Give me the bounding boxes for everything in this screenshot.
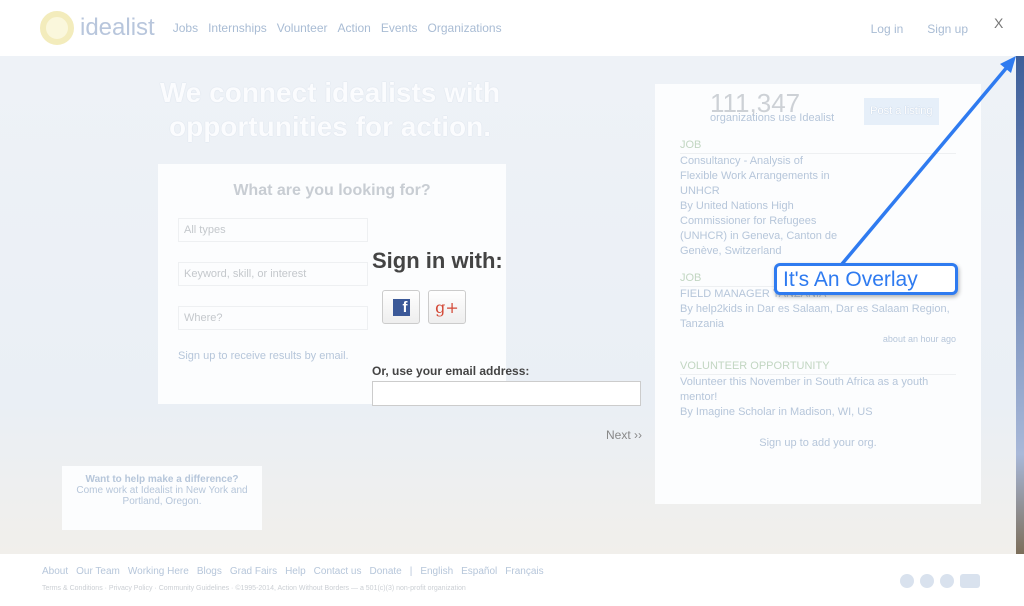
headline: We connect idealists with opportunities … xyxy=(159,77,501,142)
nav-volunteer[interactable]: Volunteer xyxy=(277,21,328,35)
listing-by: By Imagine Scholar in Madison, WI, US xyxy=(680,406,873,418)
top-nav: idealist Jobs Internships Volunteer Acti… xyxy=(0,0,1024,56)
footer-link: | xyxy=(409,566,413,577)
email-input[interactable] xyxy=(372,381,641,406)
logo-text: idealist xyxy=(80,14,155,41)
nav-organizations[interactable]: Organizations xyxy=(428,21,502,35)
org-caption: organizations use Idealist xyxy=(710,112,835,124)
login-link[interactable]: Log in xyxy=(871,22,904,36)
facebook-icon[interactable] xyxy=(900,574,914,588)
promo-title: Want to help make a difference? xyxy=(85,474,239,485)
linkedin-icon[interactable] xyxy=(940,574,954,588)
signup-link[interactable]: Sign up xyxy=(927,22,968,36)
listing-kind: JOB xyxy=(680,138,956,154)
post-listing-button[interactable]: Post a listing xyxy=(864,97,939,125)
signup-org-link[interactable]: Sign up to add your org. xyxy=(680,436,956,451)
google-plus-icon: g+ xyxy=(435,297,459,317)
listing-kind: JOB xyxy=(680,271,780,287)
footer: About Our Team Working Here Blogs Grad Fairs… xyxy=(0,554,1016,606)
where-input[interactable]: Where? xyxy=(178,306,368,330)
footer-link[interactable]: Help xyxy=(285,566,306,577)
legal-text: Terms & Conditions · Privacy Policy · Co… xyxy=(42,585,466,592)
close-button[interactable]: X xyxy=(994,15,1003,31)
nav-jobs[interactable]: Jobs xyxy=(173,21,198,35)
listing-by: By help2kids in Dar es Salaam, Dar es Sa… xyxy=(680,303,950,330)
nav-internships[interactable]: Internships xyxy=(208,21,267,35)
type-select[interactable]: All types xyxy=(178,218,368,242)
twitter-icon[interactable] xyxy=(920,574,934,588)
email-signup-link[interactable]: Sign up to receive results by email. xyxy=(178,350,368,362)
logo-mark xyxy=(40,11,74,45)
footer-link[interactable]: Español xyxy=(461,566,497,577)
facebook-icon: f xyxy=(392,298,410,316)
annotation-callout: It's An Overlay xyxy=(774,263,958,295)
footer-link[interactable]: Blogs xyxy=(197,566,222,577)
google-plus-signin-button[interactable]: g+ xyxy=(428,290,466,324)
youtube-icon[interactable] xyxy=(960,574,980,588)
footer-link[interactable]: Grad Fairs xyxy=(230,566,277,577)
signin-modal: Sign in with: f g+ Or, use your email ad… xyxy=(372,248,642,442)
footer-link[interactable]: Working Here xyxy=(128,566,189,577)
signin-title: Sign in with: xyxy=(372,248,503,273)
footer-link[interactable]: Contact us xyxy=(314,566,362,577)
footer-links: About Our Team Working Here Blogs Grad Fairs… xyxy=(42,566,974,577)
search-title: What are you looking for? xyxy=(233,182,431,199)
logo[interactable]: idealist xyxy=(40,11,155,45)
email-label: Or, use your email address: xyxy=(372,364,530,378)
background-edge xyxy=(1016,56,1024,554)
next-button[interactable]: Next ›› xyxy=(372,428,642,442)
promo-bubble[interactable]: Want to help make a difference? Come work… xyxy=(62,466,262,530)
footer-link[interactable]: English xyxy=(420,566,453,577)
listing-kind: VOLUNTEER OPPORTUNITY xyxy=(680,359,956,375)
footer-link[interactable]: About xyxy=(42,566,68,577)
listing-time: about an hour ago xyxy=(882,334,956,344)
footer-link[interactable]: Our Team xyxy=(76,566,120,577)
footer-link[interactable]: Français xyxy=(505,566,543,577)
listing-by: By United Nations High Commissioner for … xyxy=(680,200,838,257)
listing-title[interactable]: Volunteer this November in South Africa … xyxy=(680,375,956,405)
promo-text: Come work at Idealist in New York and Po… xyxy=(76,485,248,507)
nav-action[interactable]: Action xyxy=(338,21,371,35)
listing-title[interactable]: Consultancy - Analysis of Flexible Work … xyxy=(680,154,840,199)
footer-link[interactable]: Donate xyxy=(369,566,401,577)
keyword-input[interactable]: Keyword, skill, or interest xyxy=(178,262,368,286)
facebook-signin-button[interactable]: f xyxy=(382,290,420,324)
nav-events[interactable]: Events xyxy=(381,21,418,35)
org-count: 111,347 xyxy=(710,88,801,118)
